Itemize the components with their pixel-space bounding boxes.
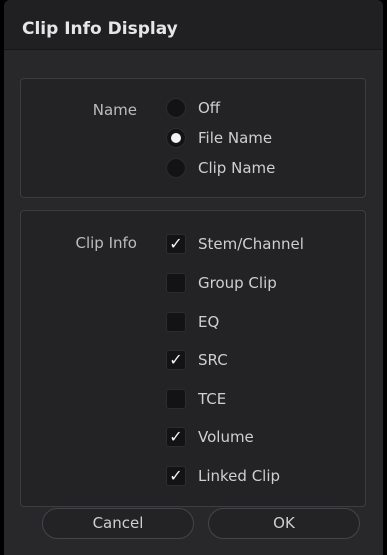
src-label: SRC [198, 351, 228, 369]
title-bar[interactable]: Clip Info Display [4, 0, 383, 50]
stem-channel-label: Stem/Channel [198, 235, 304, 253]
tce-checkbox[interactable] [166, 389, 186, 409]
cancel-button[interactable]: Cancel [42, 508, 194, 539]
dialog-title: Clip Info Display [22, 19, 178, 39]
name-clip-name-radio[interactable] [166, 158, 186, 178]
group-clip-checkbox[interactable] [166, 273, 186, 293]
name-option-file-name[interactable]: File Name [166, 127, 272, 149]
name-off-label: Off [198, 99, 221, 117]
checkmark-icon: ✓ [169, 427, 183, 446]
name-clip-name-label: Clip Name [198, 159, 276, 177]
checkmark-icon: ✓ [169, 466, 183, 485]
clip-info-option-tce[interactable]: TCE [166, 388, 226, 410]
clip-info-group: Clip Info ✓ Stem/Channel Group Clip EQ ✓… [20, 210, 366, 507]
linked-clip-checkbox[interactable]: ✓ [166, 466, 186, 486]
checkmark-icon: ✓ [169, 234, 183, 253]
clip-info-option-eq[interactable]: EQ [166, 311, 219, 333]
clip-info-option-stem-channel[interactable]: ✓ Stem/Channel [166, 233, 304, 255]
eq-label: EQ [198, 313, 220, 331]
name-file-name-radio[interactable] [166, 128, 186, 148]
name-file-name-label: File Name [198, 129, 273, 147]
name-option-off[interactable]: Off [166, 97, 220, 119]
eq-checkbox[interactable] [166, 312, 186, 332]
clip-info-option-volume[interactable]: ✓ Volume [166, 426, 254, 448]
clip-info-option-linked-clip[interactable]: ✓ Linked Clip [166, 465, 280, 487]
linked-clip-label: Linked Clip [198, 467, 281, 485]
volume-label: Volume [198, 428, 254, 446]
name-option-clip-name[interactable]: Clip Name [166, 157, 275, 179]
tce-label: TCE [198, 390, 227, 408]
volume-checkbox[interactable]: ✓ [166, 427, 186, 447]
group-clip-label: Group Clip [198, 274, 277, 292]
ok-button[interactable]: OK [208, 508, 360, 539]
clip-info-option-group-clip[interactable]: Group Clip [166, 272, 277, 294]
stem-channel-checkbox[interactable]: ✓ [166, 234, 186, 254]
checkmark-icon: ✓ [169, 350, 183, 369]
clip-info-display-dialog: Clip Info Display Name Off File Name Cli… [4, 0, 383, 555]
src-checkbox[interactable]: ✓ [166, 350, 186, 370]
clip-info-option-src[interactable]: ✓ SRC [166, 349, 228, 371]
name-off-radio[interactable] [166, 98, 186, 118]
clip-info-group-label: Clip Info [75, 234, 138, 252]
name-group-label: Name [92, 101, 137, 119]
name-group: Name Off File Name Clip Name [20, 78, 366, 198]
